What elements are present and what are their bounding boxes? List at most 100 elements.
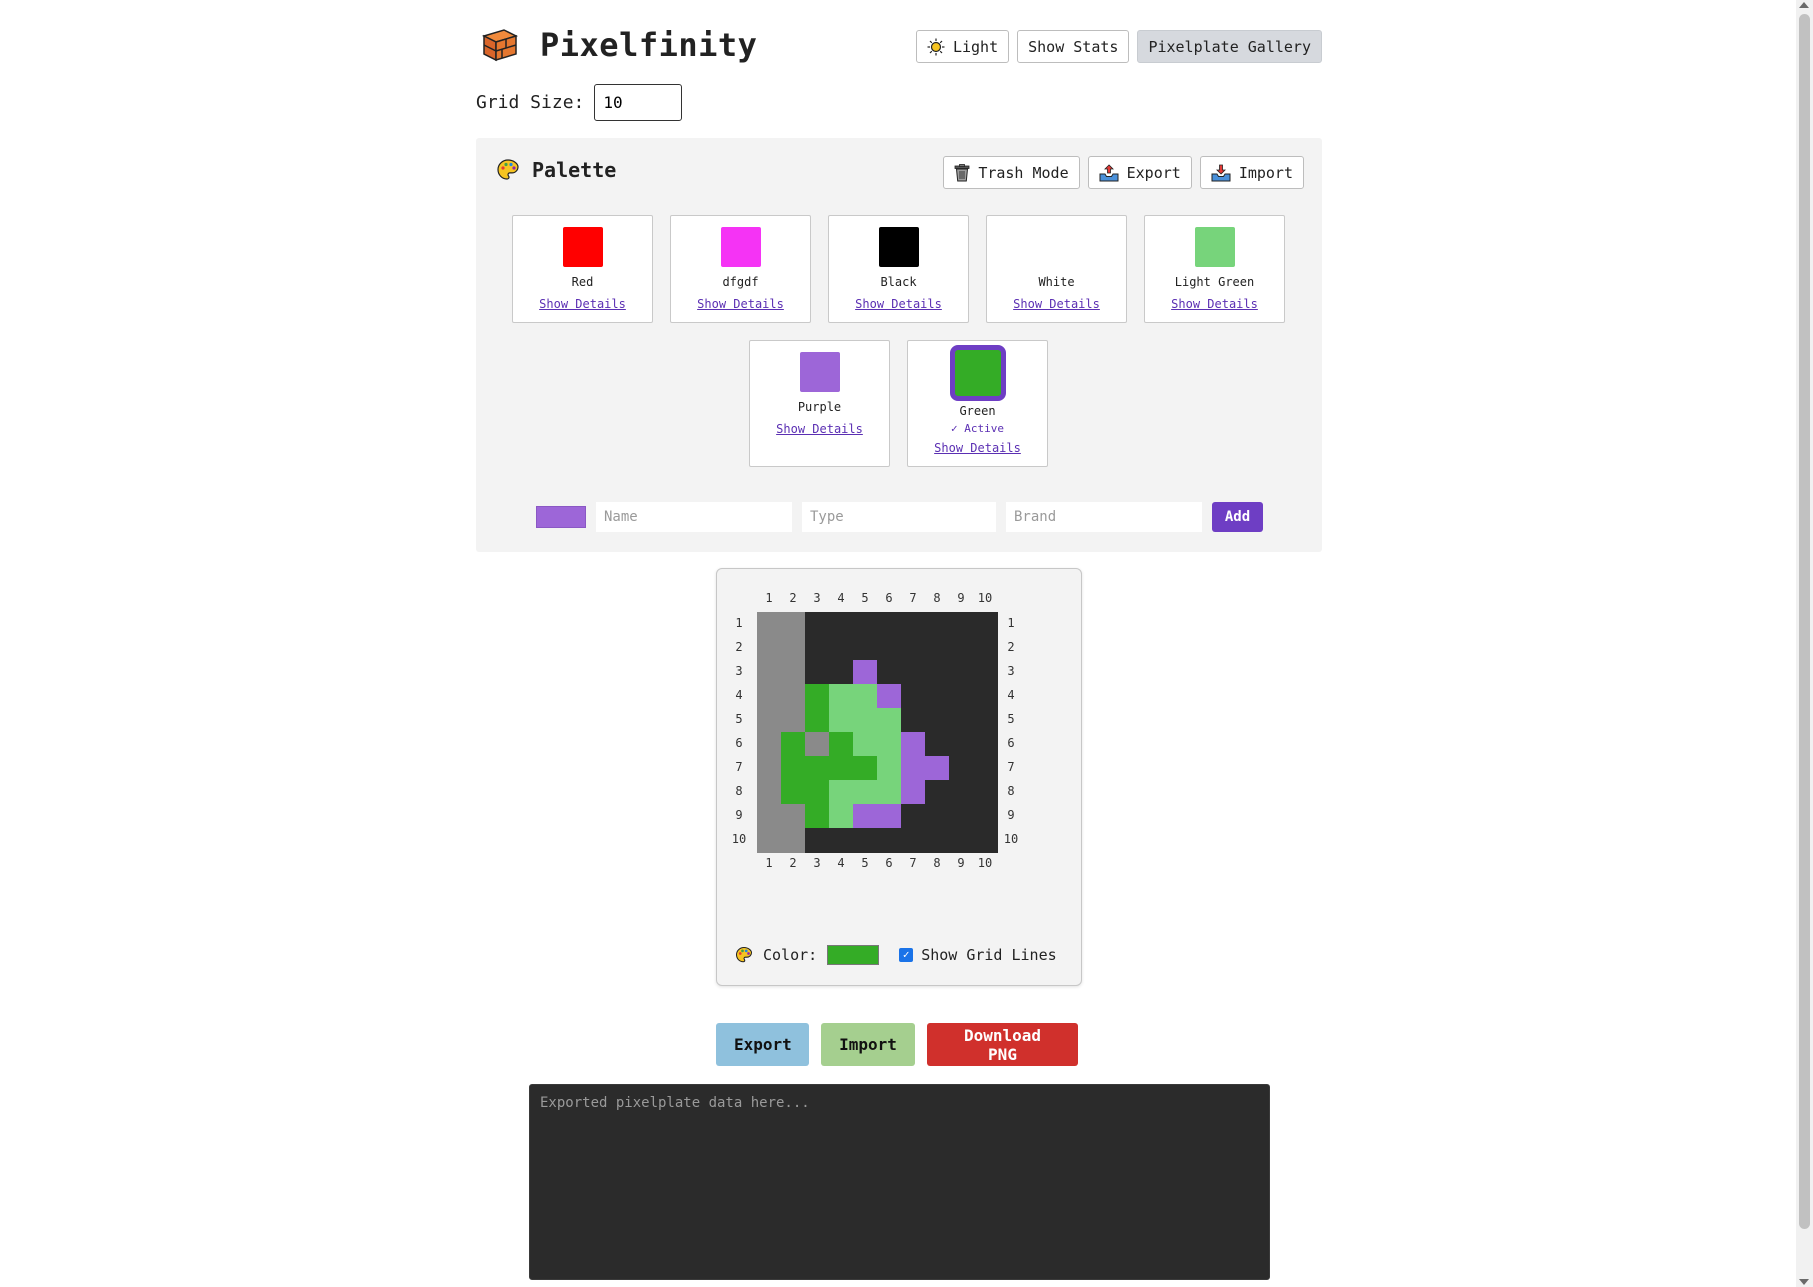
pixel-cell[interactable]: [925, 828, 950, 853]
pixel-cell[interactable]: [829, 612, 854, 637]
color-swatch-active[interactable]: [949, 345, 1006, 401]
pixel-cell[interactable]: [829, 828, 854, 853]
pixel-cell[interactable]: [925, 732, 950, 757]
scroll-up-arrow-icon[interactable]: [1799, 2, 1809, 8]
pixel-cell[interactable]: [781, 804, 806, 829]
new-color-brand-input[interactable]: [1006, 502, 1202, 532]
pixel-cell[interactable]: [853, 756, 878, 781]
pixel-cell[interactable]: [853, 708, 878, 733]
palette-card-green[interactable]: Green ✓ Active Show Details: [907, 340, 1048, 467]
page-scrollbar[interactable]: [1796, 0, 1813, 1287]
pixel-cell[interactable]: [829, 708, 854, 733]
pixel-cell[interactable]: [781, 828, 806, 853]
pixel-cell[interactable]: [901, 732, 926, 757]
show-details-link[interactable]: Show Details: [776, 422, 863, 436]
pixel-cell[interactable]: [949, 708, 974, 733]
theme-toggle-button[interactable]: Light: [915, 30, 1010, 63]
pixel-cell[interactable]: [877, 732, 902, 757]
pixel-cell[interactable]: [901, 684, 926, 709]
pixel-cell[interactable]: [757, 708, 782, 733]
palette-import-button[interactable]: Import: [1199, 156, 1304, 189]
pixel-cell[interactable]: [781, 636, 806, 661]
new-color-type-input[interactable]: [802, 502, 996, 532]
pixel-cell[interactable]: [973, 828, 998, 853]
pixel-cell[interactable]: [949, 756, 974, 781]
pixel-cell[interactable]: [853, 732, 878, 757]
pixel-cell[interactable]: [925, 756, 950, 781]
import-button[interactable]: Import: [821, 1023, 915, 1066]
pixel-cell[interactable]: [757, 756, 782, 781]
show-details-link[interactable]: Show Details: [1171, 297, 1258, 311]
pixel-cell[interactable]: [925, 684, 950, 709]
pixel-cell[interactable]: [877, 612, 902, 637]
pixel-cell[interactable]: [781, 612, 806, 637]
pixel-cell[interactable]: [901, 612, 926, 637]
color-swatch[interactable]: [1194, 227, 1235, 267]
pixel-cell[interactable]: [853, 660, 878, 685]
pixel-cell[interactable]: [805, 636, 830, 661]
palette-card-light-green[interactable]: Light Green Show Details: [1144, 215, 1285, 323]
pixel-cell[interactable]: [901, 828, 926, 853]
export-button[interactable]: Export: [716, 1023, 809, 1066]
pixel-cell[interactable]: [781, 660, 806, 685]
pixelplate-gallery-button[interactable]: Pixelplate Gallery: [1137, 30, 1322, 63]
color-swatch[interactable]: [799, 352, 840, 392]
pixel-cell[interactable]: [925, 804, 950, 829]
pixel-cell[interactable]: [805, 684, 830, 709]
pixel-cell[interactable]: [853, 804, 878, 829]
pixel-cell[interactable]: [829, 684, 854, 709]
pixel-cell[interactable]: [877, 804, 902, 829]
trash-mode-button[interactable]: Trash Mode: [943, 156, 1080, 189]
pixel-cell[interactable]: [781, 780, 806, 805]
pixel-cell[interactable]: [805, 804, 830, 829]
color-swatch[interactable]: [1036, 227, 1077, 267]
pixel-cell[interactable]: [877, 708, 902, 733]
pixel-cell[interactable]: [877, 660, 902, 685]
pixel-cell[interactable]: [757, 732, 782, 757]
pixel-cell[interactable]: [925, 636, 950, 661]
pixel-cell[interactable]: [949, 732, 974, 757]
pixel-cell[interactable]: [829, 756, 854, 781]
pixel-cell[interactable]: [853, 612, 878, 637]
show-details-link[interactable]: Show Details: [1013, 297, 1100, 311]
pixel-cell[interactable]: [973, 660, 998, 685]
pixel-cell[interactable]: [949, 636, 974, 661]
pixel-cell[interactable]: [973, 732, 998, 757]
pixel-cell[interactable]: [853, 636, 878, 661]
show-details-link[interactable]: Show Details: [697, 297, 784, 311]
pixel-cell[interactable]: [925, 780, 950, 805]
pixel-cell[interactable]: [901, 804, 926, 829]
pixel-cell[interactable]: [805, 732, 830, 757]
pixel-cell[interactable]: [949, 660, 974, 685]
add-color-button[interactable]: Add: [1212, 502, 1263, 532]
pixel-cell[interactable]: [805, 708, 830, 733]
pixel-cell[interactable]: [973, 684, 998, 709]
pixel-cell[interactable]: [805, 780, 830, 805]
pixel-cell[interactable]: [781, 708, 806, 733]
pixel-cell[interactable]: [901, 708, 926, 733]
pixel-cell[interactable]: [829, 780, 854, 805]
pixel-cell[interactable]: [973, 804, 998, 829]
show-details-link[interactable]: Show Details: [934, 441, 1021, 455]
grid-size-input[interactable]: [594, 84, 683, 121]
pixel-cell[interactable]: [757, 660, 782, 685]
pixel-cell[interactable]: [877, 756, 902, 781]
pixel-cell[interactable]: [877, 636, 902, 661]
pixel-cell[interactable]: [829, 636, 854, 661]
pixel-cell[interactable]: [949, 684, 974, 709]
scroll-down-arrow-icon[interactable]: [1799, 1279, 1809, 1285]
pixel-cell[interactable]: [829, 660, 854, 685]
palette-export-button[interactable]: Export: [1087, 156, 1192, 189]
pixel-cell[interactable]: [829, 732, 854, 757]
pixel-cell[interactable]: [757, 780, 782, 805]
pixel-cell[interactable]: [757, 612, 782, 637]
pixel-cell[interactable]: [805, 660, 830, 685]
show-grid-lines-label[interactable]: Show Grid Lines: [921, 946, 1056, 964]
palette-card-purple[interactable]: Purple Show Details: [749, 340, 890, 467]
pixel-cell[interactable]: [925, 660, 950, 685]
pixel-cell[interactable]: [973, 780, 998, 805]
pixel-cell[interactable]: [853, 828, 878, 853]
pixel-cell[interactable]: [949, 612, 974, 637]
pixel-cell[interactable]: [805, 612, 830, 637]
palette-card-white[interactable]: White Show Details: [986, 215, 1127, 323]
